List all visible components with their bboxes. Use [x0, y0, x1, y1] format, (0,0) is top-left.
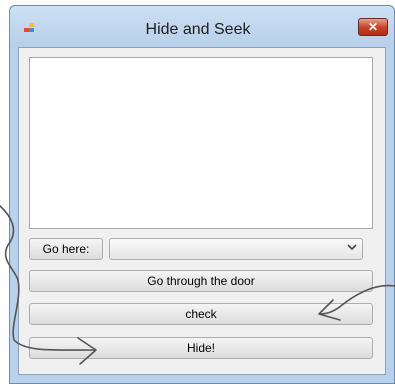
check-label: check	[185, 307, 217, 321]
main-window: Hide and Seek ✕ Go here: Go through the …	[9, 5, 395, 384]
chevron-down-icon	[347, 242, 357, 254]
go-here-label: Go here:	[42, 242, 90, 256]
close-button[interactable]: ✕	[358, 18, 388, 36]
description-textbox[interactable]	[29, 57, 373, 229]
close-icon: ✕	[367, 20, 379, 34]
go-through-door-label: Go through the door	[147, 274, 255, 288]
go-through-door-button[interactable]: Go through the door	[29, 270, 373, 292]
hide-label: Hide!	[186, 341, 215, 355]
window-title: Hide and Seek	[145, 21, 251, 38]
hide-button[interactable]: Hide!	[29, 337, 373, 359]
go-here-button[interactable]: Go here:	[29, 238, 103, 260]
check-button[interactable]: check	[29, 303, 373, 325]
client-area: Go here: Go through the door check Hide!	[18, 47, 386, 375]
exits-dropdown[interactable]	[109, 238, 363, 260]
title-bar[interactable]: Hide and Seek ✕	[10, 6, 394, 47]
